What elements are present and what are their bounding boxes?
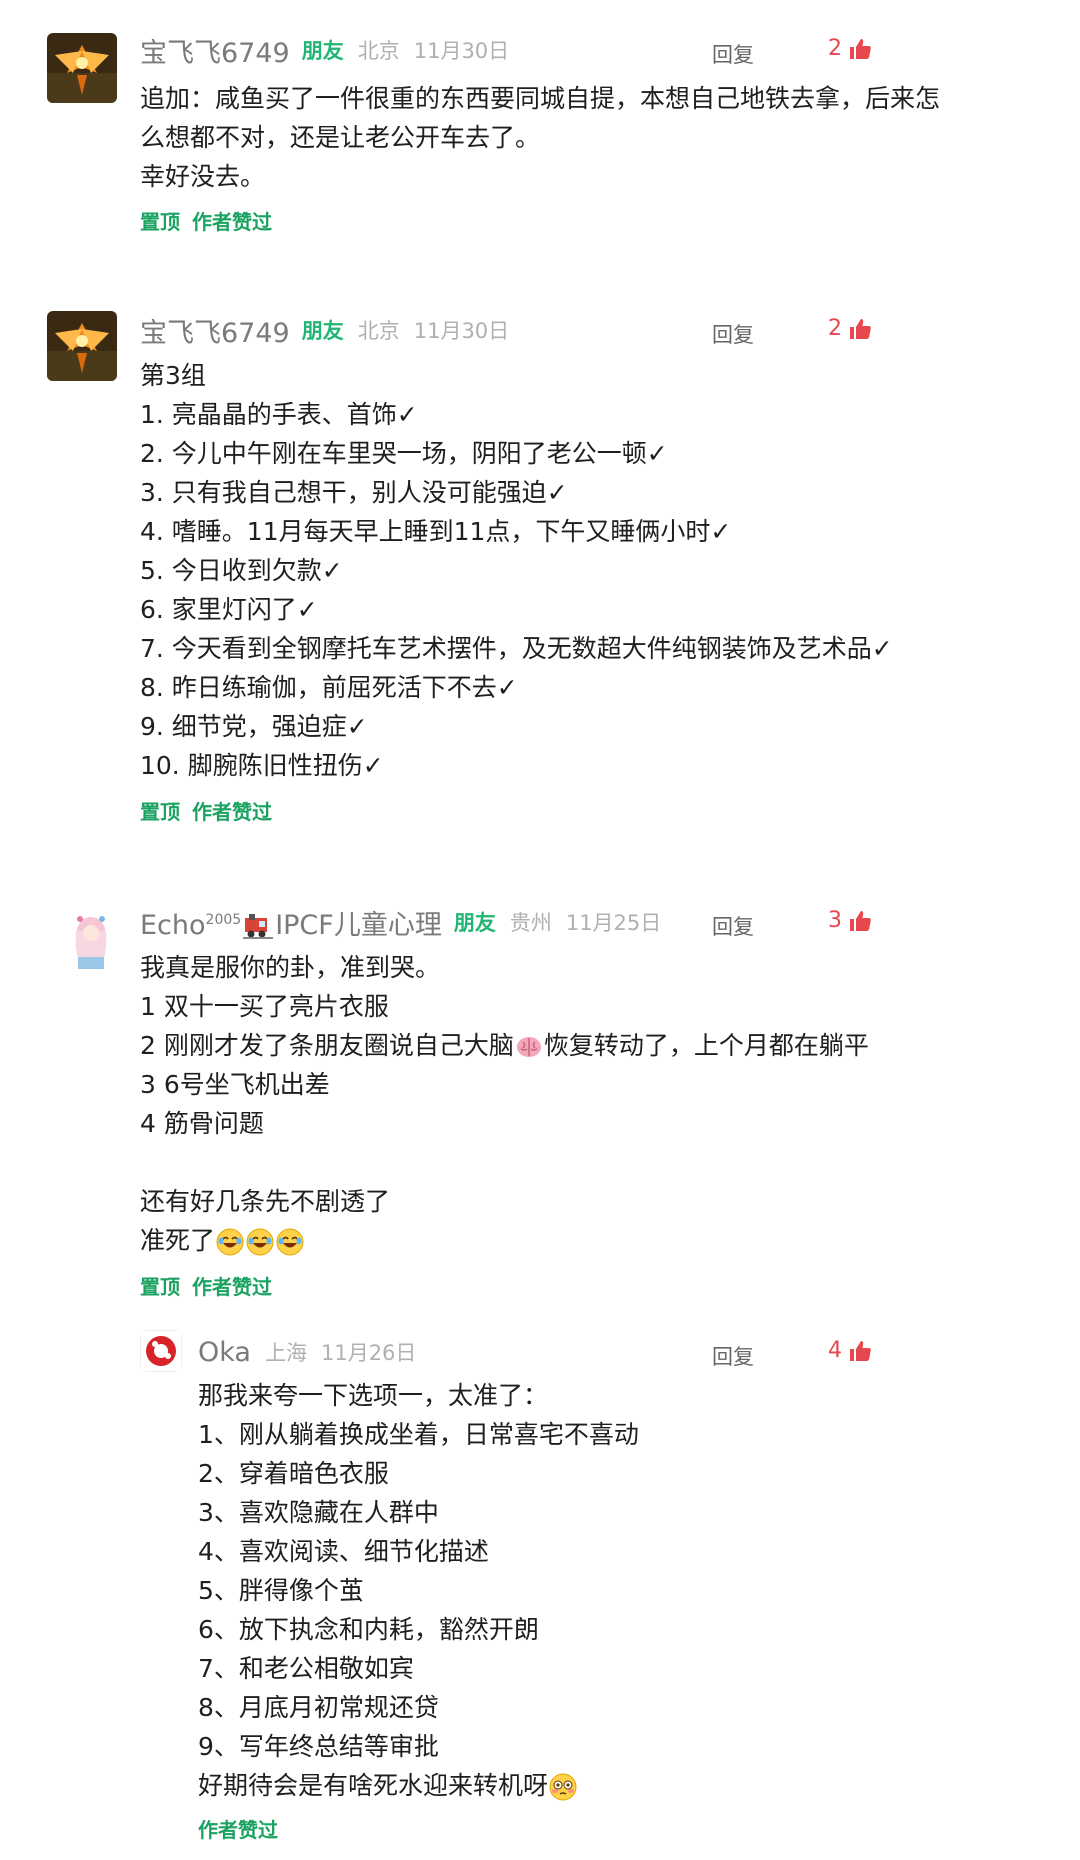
reply-button[interactable]: 回复 [712,1341,754,1371]
comment-text-line: 5、胖得像个茧 [198,1576,364,1605]
flushed-face-emoji-icon [549,1773,577,1801]
comment-text-line: 6、放下执念和内耗，豁然开朗 [198,1615,539,1644]
comment-text-line: 8、月底月初常规还贷 [198,1693,439,1722]
comment-text-line: 好期待会是有啥死水迎来转机呀 [198,1766,639,1805]
comment-text-line: 4、喜欢阅读、细节化描述 [198,1537,489,1566]
avatar-oka[interactable] [140,1330,182,1372]
comment-text-line: 2、穿着暗色衣服 [198,1459,389,1488]
thumbs-up-icon [848,1339,872,1363]
date: 11月26日 [320,1341,417,1365]
comment-text-line: 那我来夸一下选项一，太准了： [198,1381,549,1410]
author-liked-tag: 作者赞过 [198,1818,278,1842]
like-count: 4 [828,1338,842,1363]
like-button[interactable]: 4 [828,1338,872,1363]
reply-comment: Oka 上海 11月26日 回复 4 那我来夸一下选项一，太准了： 1、刚从躺着… [0,0,1080,1860]
comment-text-line: 3、喜欢隐藏在人群中 [198,1498,439,1527]
username[interactable]: Oka [198,1337,251,1368]
comment-text-line: 7、和老公相敬如宾 [198,1654,414,1683]
comment-text-line: 1、刚从躺着换成坐着，日常喜宅不喜动 [198,1420,639,1449]
comment-text-line: 9、写年终总结等审批 [198,1732,439,1761]
text-fragment: 好期待会是有啥死水迎来转机呀 [198,1771,549,1800]
location: 上海 [264,1341,307,1365]
